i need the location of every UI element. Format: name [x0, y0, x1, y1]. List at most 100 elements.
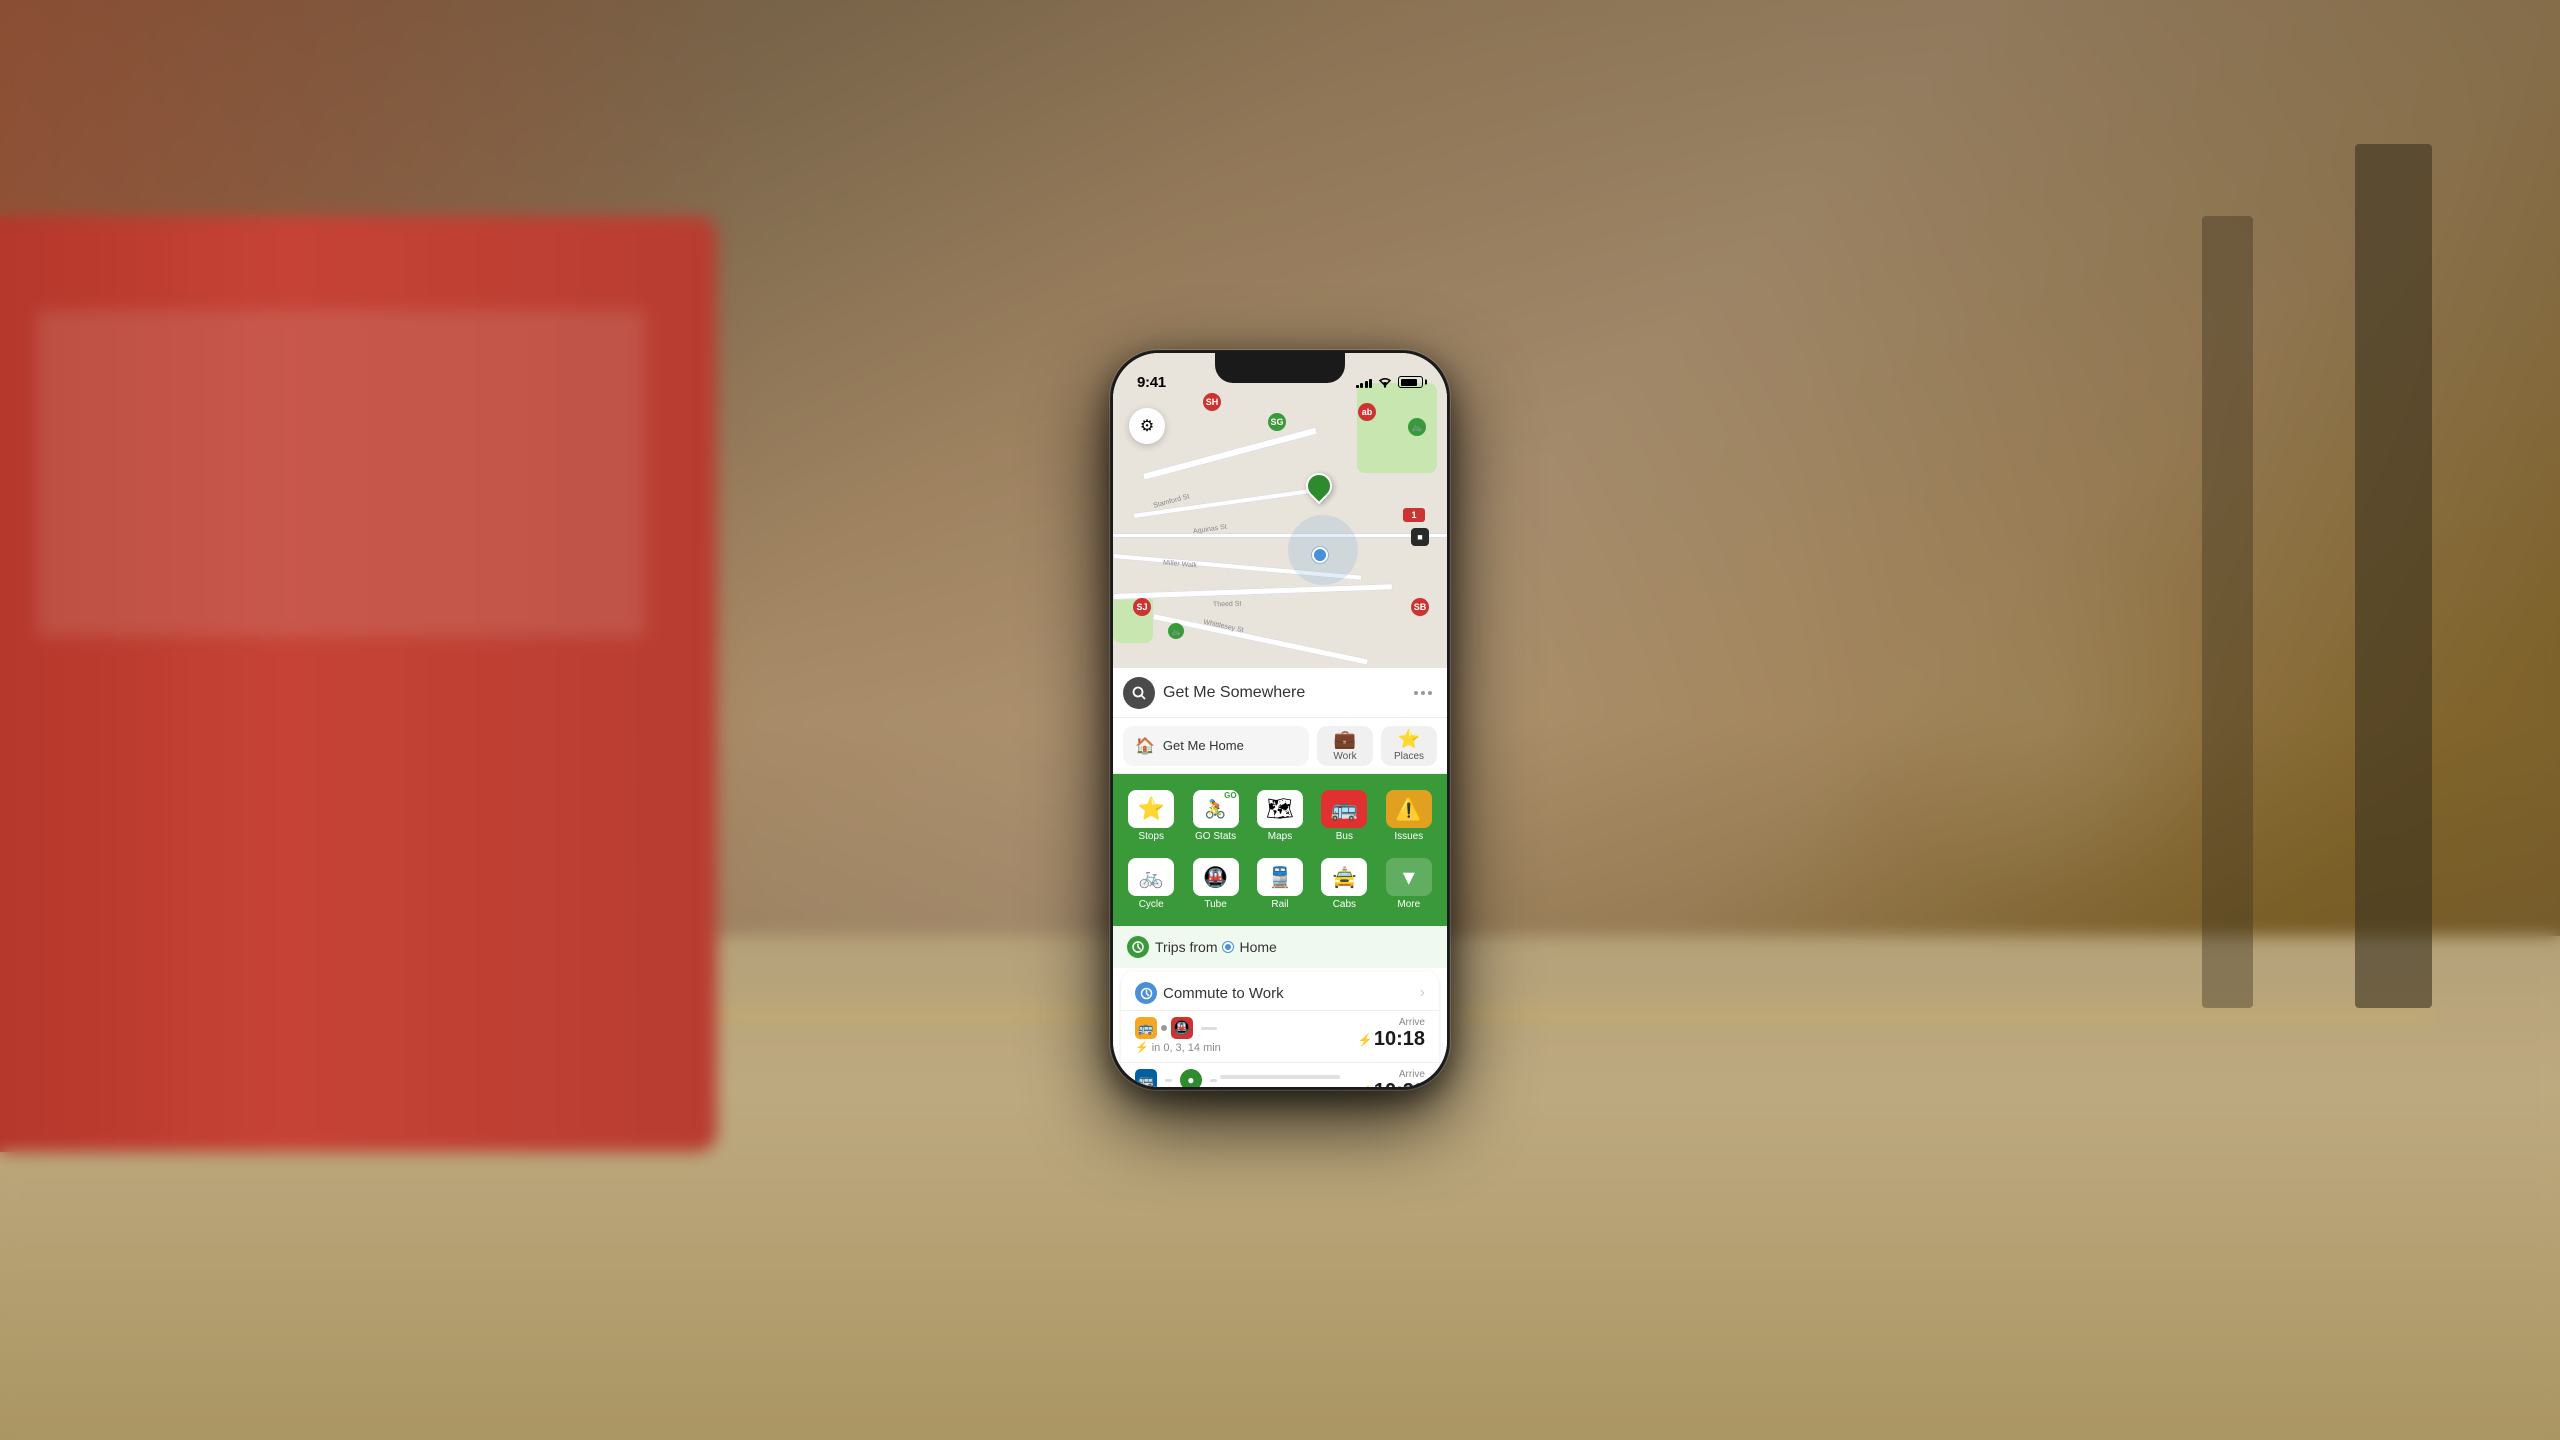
- bottom-sheet: Get Me Somewhere 🏠 Get Me Home: [1113, 668, 1447, 1087]
- places-label: Places: [1394, 751, 1424, 762]
- trip1-arrive-lightning: ⚡: [1358, 1033, 1373, 1047]
- rail-icon: 🚆: [1268, 865, 1293, 890]
- maps-icon-bg: 🗺: [1257, 790, 1303, 828]
- home-indicator-bar: [1220, 1075, 1340, 1079]
- map-view: Stamford St Aquinas St Miller Walk Theed…: [1113, 353, 1447, 673]
- home-location-dot: [1223, 942, 1233, 952]
- trip2-bus-icon: 🚌: [1135, 1069, 1157, 1087]
- nav-rail[interactable]: 🚆 Rail: [1250, 852, 1310, 916]
- home-icon: 🏠: [1135, 736, 1155, 756]
- trip-row-1[interactable]: 🚌 🚇 ⚡: [1121, 1010, 1439, 1062]
- trip2-details: 🚌 ● ⚡: [1135, 1069, 1221, 1087]
- trip1-separator: [1161, 1025, 1167, 1031]
- trip1-depart-info: in 0, 3, 14 min: [1152, 1042, 1221, 1054]
- cabs-label: Cabs: [1333, 899, 1356, 910]
- trip1-bus-icon: 🚌: [1135, 1017, 1157, 1039]
- trips-from-header: Trips from Home: [1113, 926, 1447, 968]
- trips-from-label: Trips from: [1155, 939, 1217, 955]
- trip1-transport-icons: 🚌 🚇: [1135, 1017, 1221, 1039]
- search-icon: [1131, 685, 1147, 701]
- trip2-segment-line2: [1210, 1079, 1217, 1082]
- commute-header: Commute to Work ›: [1121, 972, 1439, 1010]
- cabs-icon-bg: 🚖: [1321, 858, 1367, 896]
- status-time: 9:41: [1137, 374, 1166, 391]
- trip1-time-value: 10:18: [1374, 1028, 1425, 1051]
- commute-chevron-icon: ›: [1420, 984, 1425, 1002]
- nav-gostats[interactable]: 🚴 GO GO Stats: [1185, 784, 1245, 848]
- nav-maps[interactable]: 🗺 Maps: [1250, 784, 1310, 848]
- rail-icon-bg: 🚆: [1257, 858, 1303, 896]
- commute-nav-icon: [1135, 982, 1157, 1004]
- trip1-lightning-icon: ⚡: [1135, 1041, 1149, 1054]
- trip2-arrive-label: Arrive: [1358, 1069, 1425, 1080]
- cycle-icon-bg: 🚲: [1128, 858, 1174, 896]
- battery-icon: [1398, 376, 1423, 388]
- trip1-arrive-time: ⚡ 10:18: [1358, 1028, 1425, 1051]
- signal-icon: [1356, 377, 1373, 388]
- bus-label: Bus: [1336, 831, 1353, 842]
- gostats-icon-bg: 🚴 GO: [1193, 790, 1239, 828]
- places-button[interactable]: ⭐ Places: [1381, 726, 1437, 766]
- work-button[interactable]: 💼 Work: [1317, 726, 1373, 766]
- commute-card[interactable]: Commute to Work › 🚌: [1121, 972, 1439, 1087]
- places-icon: ⭐: [1398, 729, 1420, 750]
- trip2-transport-icons: 🚌 ●: [1135, 1069, 1221, 1087]
- bus-icon: 🚌: [1331, 796, 1358, 822]
- issues-icon-bg: ⚠️: [1386, 790, 1432, 828]
- rail-label: Rail: [1271, 899, 1288, 910]
- trip2-segment-line: [1165, 1079, 1172, 1082]
- nav-bus[interactable]: 🚌 Bus: [1314, 784, 1374, 848]
- maps-icon: 🗺: [1266, 796, 1294, 822]
- trips-icon: [1127, 936, 1149, 958]
- search-bar[interactable]: Get Me Somewhere: [1113, 668, 1447, 718]
- get-home-button[interactable]: 🏠 Get Me Home: [1123, 726, 1309, 766]
- cabs-icon: 🚖: [1332, 865, 1357, 890]
- nav-stops[interactable]: ⭐ Stops: [1121, 784, 1181, 848]
- commute-title: Commute to Work: [1163, 985, 1284, 1002]
- tube-label: Tube: [1204, 899, 1226, 910]
- trip1-details: 🚌 🚇 ⚡: [1135, 1017, 1221, 1054]
- phone-notch: [1215, 353, 1345, 383]
- trip1-arrive-label: Arrive: [1358, 1017, 1425, 1028]
- trips-home-label: Home: [1239, 939, 1276, 955]
- stops-icon-bg: ⭐: [1128, 790, 1174, 828]
- cycle-label: Cycle: [1139, 899, 1164, 910]
- wifi-icon: [1377, 377, 1393, 388]
- cycle-icon: 🚲: [1139, 865, 1164, 890]
- trip1-tube-icon: 🚇: [1171, 1017, 1193, 1039]
- work-icon: 💼: [1334, 729, 1356, 750]
- search-text: Get Me Somewhere: [1163, 684, 1401, 702]
- nav-more[interactable]: ▾ More: [1379, 852, 1439, 916]
- settings-button[interactable]: ⚙: [1129, 408, 1165, 444]
- more-options-button[interactable]: [1409, 679, 1437, 707]
- issues-label: Issues: [1394, 831, 1423, 842]
- maps-label: Maps: [1268, 831, 1292, 842]
- gostats-icon: 🚴: [1204, 799, 1226, 820]
- trip2-arrive-lightning: ⚡: [1358, 1085, 1373, 1088]
- nav-cycle[interactable]: 🚲 Cycle: [1121, 852, 1181, 916]
- quick-destinations: 🏠 Get Me Home 💼 Work ⭐ Places: [1113, 718, 1447, 774]
- work-label: Work: [1333, 751, 1356, 762]
- search-icon-circle: [1123, 677, 1155, 709]
- nav-tube[interactable]: 🚇 Tube: [1185, 852, 1245, 916]
- stops-icon: ⭐: [1137, 796, 1164, 822]
- trip2-arrive-time: ⚡ 10:22: [1358, 1080, 1425, 1087]
- trip2-arrive: Arrive ⚡ 10:22: [1358, 1069, 1425, 1087]
- status-icons: [1356, 376, 1424, 388]
- trips-nav-icon: [1131, 940, 1145, 954]
- user-location-dot: [1312, 547, 1328, 563]
- trip1-time-info: ⚡ in 0, 3, 14 min: [1135, 1041, 1221, 1054]
- trip1-segment-line: [1201, 1027, 1217, 1030]
- nav-issues[interactable]: ⚠️ Issues: [1379, 784, 1439, 848]
- phone: 9:41: [1110, 350, 1450, 1090]
- tube-icon-bg: 🚇: [1193, 858, 1239, 896]
- more-chevron-icon: ▾: [1403, 863, 1415, 892]
- stops-label: Stops: [1138, 831, 1164, 842]
- trip2-tube-icon: ●: [1180, 1069, 1202, 1087]
- tube-icon: 🚇: [1203, 865, 1228, 890]
- issues-icon: ⚠️: [1395, 796, 1422, 822]
- bus-icon-bg: 🚌: [1321, 790, 1367, 828]
- navigation-grid: ⭐ Stops 🚴 GO GO Stats: [1113, 774, 1447, 926]
- nav-cabs[interactable]: 🚖 Cabs: [1314, 852, 1374, 916]
- trip2-time-value: 10:22: [1374, 1080, 1425, 1087]
